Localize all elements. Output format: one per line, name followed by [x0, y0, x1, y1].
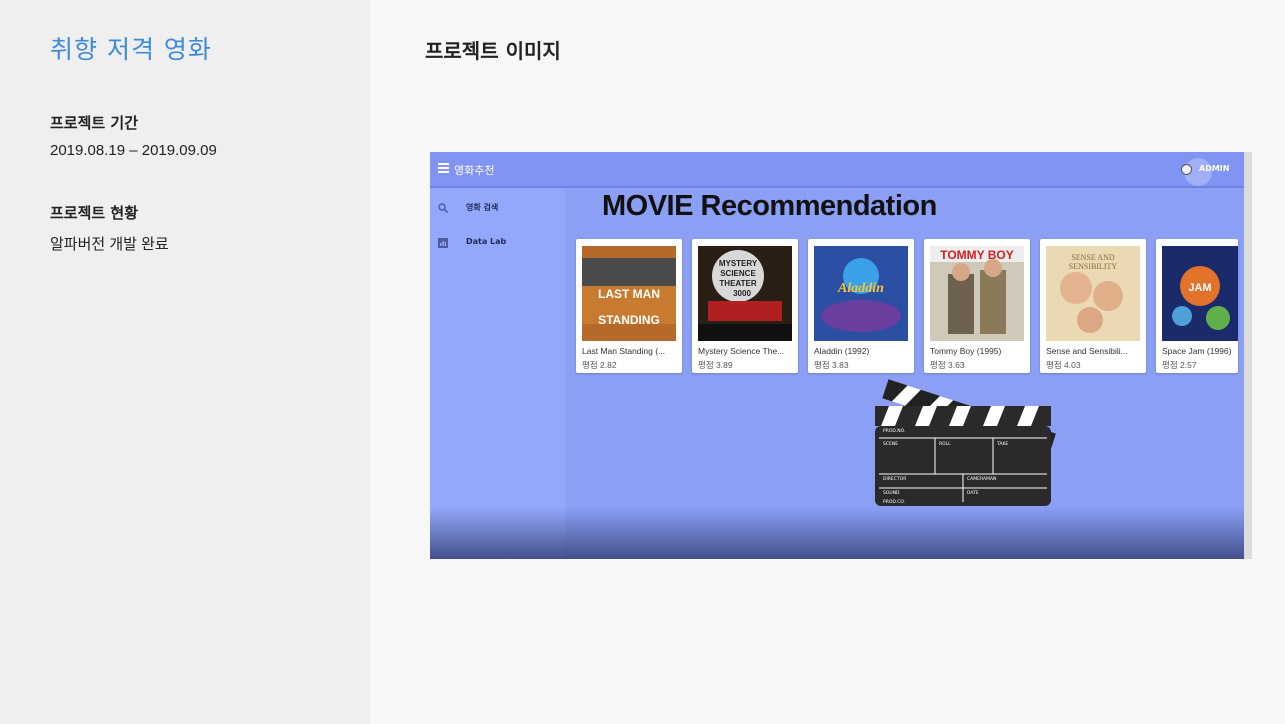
svg-text:3000: 3000 [733, 289, 751, 298]
clapper-prod-co: PROD.CO. [883, 500, 906, 505]
clapper-scene: SCENE [883, 442, 899, 447]
clapper-director: DIRECTOR [883, 477, 907, 482]
period-value: 2019.08.19 – 2019.09.09 [50, 142, 217, 159]
period-label: 프로젝트 기간 [50, 114, 139, 132]
movie-poster: MYSTERY SCIENCE THEATER 3000 [698, 246, 792, 341]
svg-text:Aladdin: Aladdin [837, 281, 884, 296]
movie-card[interactable]: SENSE AND SENSIBILITY Sense and Sensibili… [1040, 239, 1146, 373]
app-title: 영화추천 [454, 164, 495, 177]
movie-title: Space Jam (1996) [1162, 346, 1232, 356]
movie-poster: JAM [1162, 246, 1238, 341]
search-icon [438, 203, 449, 214]
clapper-take: TAKE [997, 442, 1009, 447]
clapperboard-image: PROD.NO. SCENE ROLL TAKE DIRECTOR CAMERA… [875, 368, 1061, 508]
movie-title: Last Man Standing (... [582, 346, 666, 356]
project-screenshot: 영화추천 ADMIN 영화 검색 Data Lab MOVIE Recommen… [430, 152, 1252, 559]
svg-text:MYSTERY: MYSTERY [719, 259, 758, 268]
status-label: 프로젝트 현황 [50, 204, 139, 222]
svg-text:JAM: JAM [1188, 282, 1211, 294]
movie-poster: SENSE AND SENSIBILITY [1046, 246, 1140, 341]
section-title: 프로젝트 이미지 [425, 39, 561, 63]
chart-icon [438, 238, 448, 248]
movie-card[interactable]: TOMMY BOY Tommy Boy (1995) 평점 3.63 [924, 239, 1030, 373]
movie-poster: Aladdin [814, 246, 908, 341]
movie-title: Mystery Science The... [698, 346, 785, 356]
admin-account-button[interactable]: ADMIN [1172, 158, 1230, 186]
movie-rating: 평점 2.57 [1162, 360, 1197, 370]
account-icon [1181, 164, 1192, 175]
movie-rating: 평점 3.89 [698, 360, 733, 370]
svg-text:STANDING: STANDING [598, 313, 660, 327]
clapper-date: DATE [967, 491, 979, 496]
svg-text:THEATER: THEATER [719, 279, 756, 288]
svg-text:SENSIBILITY: SENSIBILITY [1069, 262, 1118, 271]
bottom-fade [430, 507, 1244, 559]
clapper-roll: ROLL [939, 442, 951, 447]
svg-text:LAST MAN: LAST MAN [598, 287, 660, 301]
menu-icon[interactable] [438, 163, 449, 173]
status-value: 알파버전 개발 완료 [50, 236, 169, 253]
movie-title: Sense and Sensibili... [1046, 346, 1128, 356]
clapper-cameraman: CAMERAMAN [967, 477, 997, 482]
app-main: MOVIE Recommendation LAST MAN STANDING La… [565, 188, 1244, 559]
movie-rating: 평점 3.83 [814, 360, 849, 370]
nav-item-label: 영화 검색 [466, 203, 499, 212]
movie-rating: 평점 2.82 [582, 360, 617, 370]
movie-card[interactable]: LAST MAN STANDING Last Man Standing (... … [576, 239, 682, 373]
movie-card[interactable]: Aladdin Aladdin (1992) 평점 3.83 [808, 239, 914, 373]
clapper-prod-no: PROD.NO. [883, 429, 906, 434]
svg-text:TOMMY BOY: TOMMY BOY [940, 248, 1014, 262]
project-info-panel: 취향 저격 영화 프로젝트 기간 2019.08.19 – 2019.09.09… [0, 0, 370, 724]
movie-title: Tommy Boy (1995) [930, 346, 1002, 356]
admin-label: ADMIN [1199, 164, 1230, 173]
movie-card[interactable]: MYSTERY SCIENCE THEATER 3000 Mystery Scienc… [692, 239, 798, 373]
app-topbar: 영화추천 ADMIN [430, 152, 1244, 188]
movie-title: Aladdin (1992) [814, 346, 870, 356]
svg-text:SENSE AND: SENSE AND [1071, 253, 1115, 262]
clapper-sound: SOUND [883, 491, 900, 496]
nav-item-label: Data Lab [466, 237, 507, 246]
movie-poster: TOMMY BOY [930, 246, 1024, 341]
project-title: 취향 저격 영화 [50, 35, 212, 64]
app-sidebar: 영화 검색 Data Lab [430, 188, 565, 559]
movie-poster: LAST MAN STANDING [582, 246, 676, 341]
scrollbar-edge [1244, 152, 1252, 559]
svg-text:SCIENCE: SCIENCE [720, 269, 756, 278]
movie-card[interactable]: JAM Space Jam (1996) 평점 2.57 [1156, 239, 1238, 373]
app-heading: MOVIE Recommendation [602, 190, 937, 222]
